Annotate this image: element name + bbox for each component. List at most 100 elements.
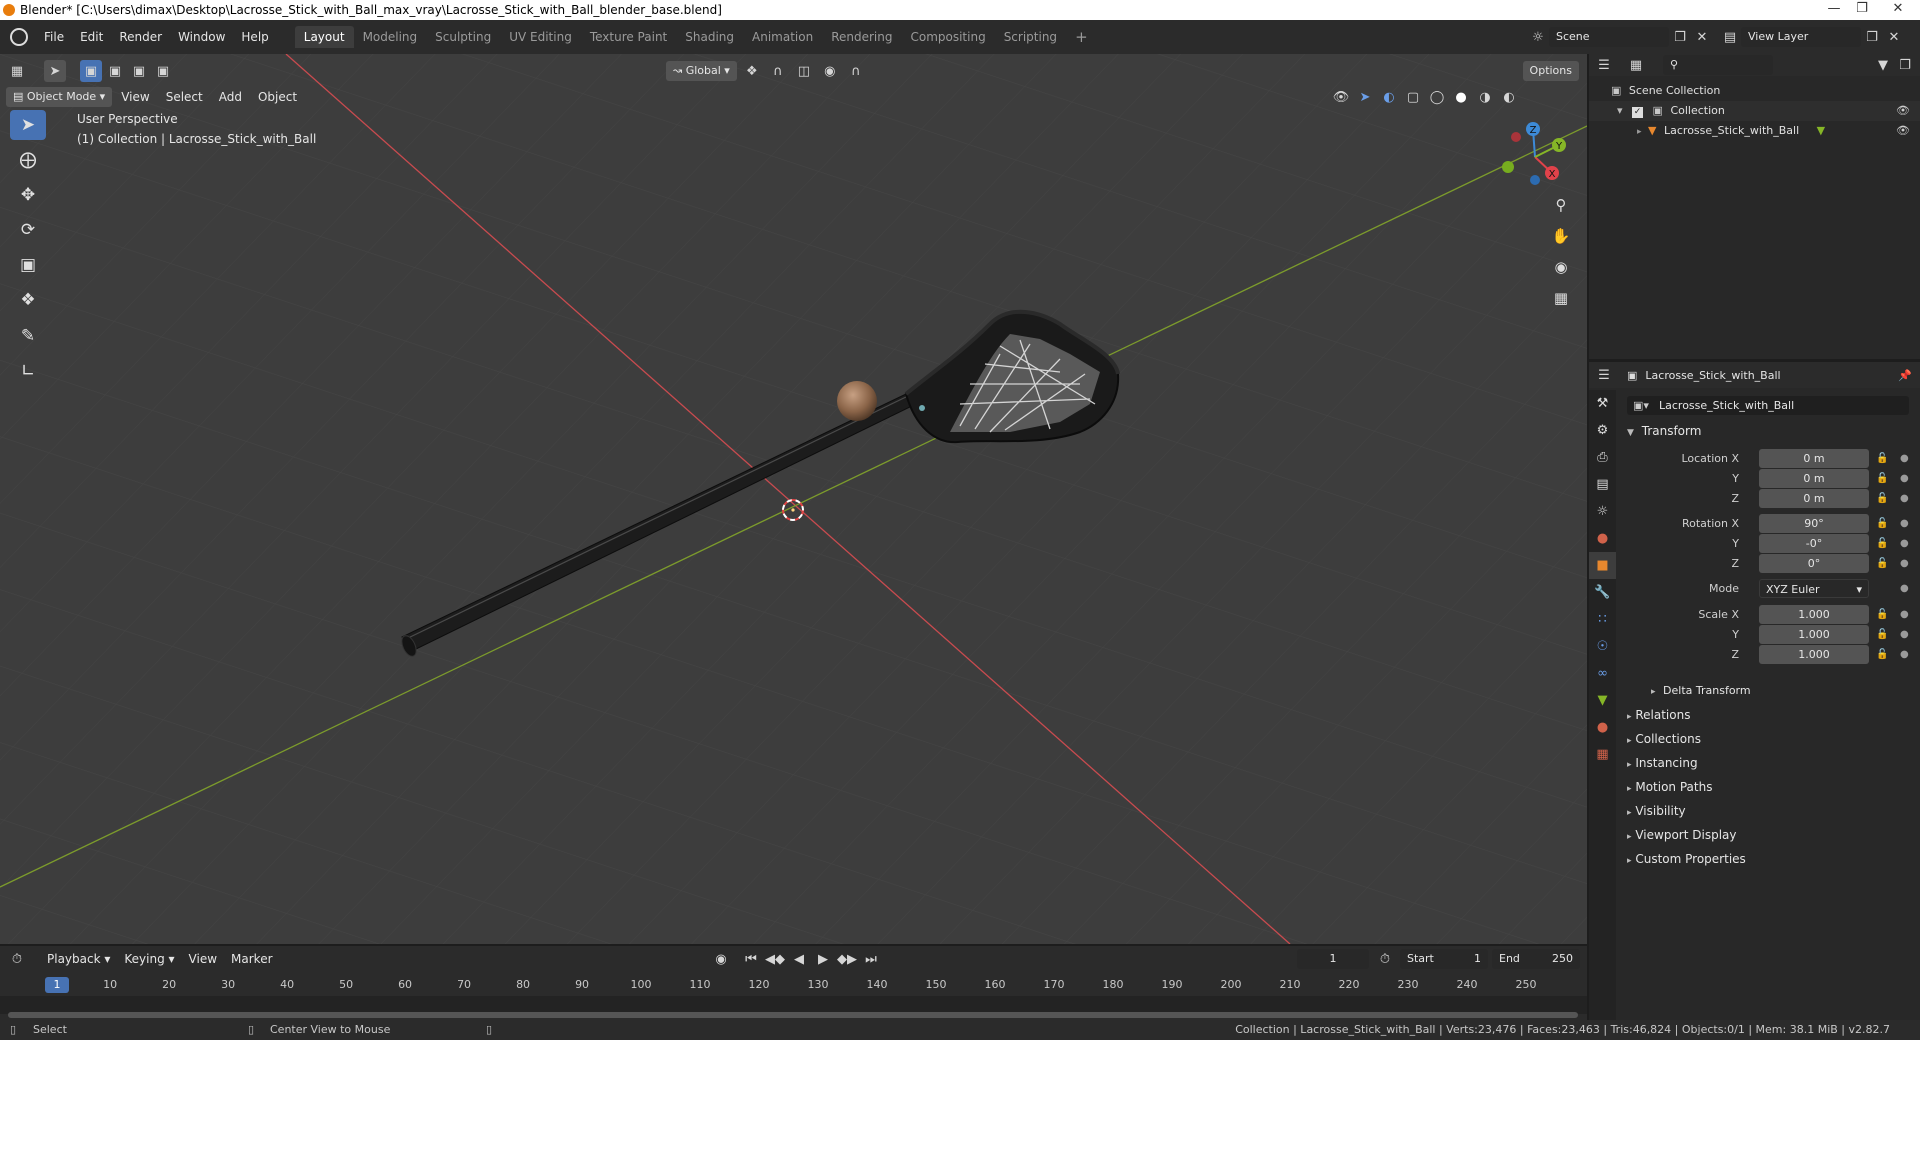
editor-type-icon[interactable]: ▦ (6, 60, 28, 82)
exclude-checkbox[interactable]: ✓ (1632, 107, 1644, 118)
play-reverse-icon[interactable]: ◀ (788, 948, 810, 970)
keyframe-dot-icon[interactable]: ● (1900, 625, 1909, 644)
mesh-data-icon[interactable]: ▼ (1817, 124, 1825, 137)
motion-paths-panel-header[interactable]: ▸ Motion Paths (1627, 776, 1712, 800)
pivot-point-icon[interactable]: ❖ (741, 60, 763, 82)
proportional-edit-icon[interactable]: ◉ (819, 60, 841, 82)
object-name-field[interactable]: ▣▾ Lacrosse_Stick_with_Ball (1627, 396, 1909, 415)
lock-icon[interactable]: 🔓 (1876, 489, 1888, 508)
relations-panel-header[interactable]: ▸ Relations (1627, 704, 1690, 728)
lock-icon[interactable]: 🔓 (1876, 469, 1888, 488)
falloff-icon[interactable]: ∩ (845, 60, 867, 82)
overlay-toggle-icon[interactable]: ◐ (1378, 86, 1400, 108)
select-box-tool-icon[interactable]: ➤ (10, 110, 46, 140)
visibility-icon[interactable]: 👁 (1330, 86, 1352, 108)
playback-menu[interactable]: Playback ▾ (40, 949, 117, 969)
visibility-panel-header[interactable]: ▸ Visibility (1627, 800, 1686, 824)
gizmo-toggle-icon[interactable]: ➤ (1354, 86, 1376, 108)
keyframe-dot-icon[interactable]: ● (1900, 645, 1909, 664)
pin-icon[interactable]: 📌 (1898, 369, 1912, 382)
timeline-view-menu[interactable]: View (182, 949, 224, 969)
transform-panel-header[interactable]: ▼ Transform (1627, 420, 1701, 444)
minimize-button[interactable]: — (1820, 0, 1848, 20)
lacrosse-ball[interactable] (837, 381, 877, 421)
play-icon[interactable]: ▶ (812, 948, 834, 970)
transform-orientation-dropdown[interactable]: ↝ Global ▾ (666, 61, 737, 81)
timeline-ruler[interactable]: 1 10 20 30 40 50 60 70 80 90 100 110 120 130 140 150 160… (0, 974, 1587, 996)
select-mode-intersect-icon[interactable]: ▣ (152, 60, 174, 82)
current-frame-marker[interactable]: 1 (45, 977, 69, 993)
lock-icon[interactable]: 🔓 (1876, 645, 1888, 664)
workspace-tab-rendering[interactable]: Rendering (822, 26, 901, 48)
scale-y-field[interactable]: 1.000 (1759, 625, 1869, 644)
render-tab-icon[interactable]: ⚙ (1589, 417, 1616, 444)
options-dropdown[interactable]: Options (1522, 61, 1579, 81)
rotation-x-field[interactable]: 90° (1759, 514, 1869, 533)
annotate-tool-icon[interactable]: ✎ (10, 321, 46, 351)
prev-keyframe-icon[interactable]: ◀◆ (764, 948, 786, 970)
outliner-row-collection[interactable]: ▾ ✓ ▣ Collection 👁 (1589, 101, 1920, 121)
move-tool-icon[interactable]: ✥ (10, 180, 46, 210)
3d-viewport[interactable]: ▦ ➤ ▣ ▣ ▣ ▣ ↝ Global ▾ ❖ ∩ ◫ ◉ ∩ Options… (0, 54, 1587, 944)
timeline-editor-type-icon[interactable]: ⏱ (6, 948, 28, 970)
lock-icon[interactable]: 🔓 (1876, 605, 1888, 624)
rotate-tool-icon[interactable]: ⟳ (10, 215, 46, 245)
rotation-y-field[interactable]: -0° (1759, 534, 1869, 553)
expand-arrow-icon[interactable]: ▸ (1637, 127, 1642, 137)
outliner-search-input[interactable]: ⚲ (1663, 55, 1773, 75)
menu-help[interactable]: Help (233, 27, 276, 47)
modifiers-tab-icon[interactable]: 🔧 (1589, 579, 1616, 606)
rotation-mode-dropdown[interactable]: XYZ Euler ▾ (1759, 579, 1869, 598)
keyframe-dot-icon[interactable]: ● (1900, 514, 1909, 533)
delta-transform-subpanel[interactable]: ▸ Delta Transform (1651, 680, 1751, 703)
measure-tool-icon[interactable]: ∟ (10, 356, 46, 386)
scene-tab-icon[interactable]: ☼ (1589, 498, 1616, 525)
world-tab-icon[interactable]: ● (1589, 525, 1616, 552)
object-visibility-icon[interactable]: 👁 (1896, 121, 1910, 141)
keyframe-dot-icon[interactable]: ● (1900, 469, 1909, 488)
workspace-tab-compositing[interactable]: Compositing (901, 26, 994, 48)
tool-tab-icon[interactable]: ⚒ (1589, 390, 1616, 417)
particles-tab-icon[interactable]: ∷ (1589, 606, 1616, 633)
marker-menu[interactable]: Marker (224, 949, 279, 969)
collection-visibility-icon[interactable]: 👁 (1896, 101, 1910, 121)
constraints-tab-icon[interactable]: ∞ (1589, 660, 1616, 687)
scene-icon[interactable]: ☼ (1527, 26, 1549, 48)
transform-tool-icon[interactable]: ❖ (10, 285, 46, 315)
wireframe-shading-icon[interactable]: ◯ (1426, 86, 1448, 108)
workspace-tab-uv-editing[interactable]: UV Editing (500, 26, 581, 48)
viewport-menu-select[interactable]: Select (159, 87, 210, 107)
workspace-tab-sculpting[interactable]: Sculpting (426, 26, 500, 48)
solid-shading-icon[interactable]: ● (1450, 86, 1472, 108)
viewport-display-panel-header[interactable]: ▸ Viewport Display (1627, 824, 1736, 848)
outliner-row-object[interactable]: ▸ ▼ Lacrosse_Stick_with_Ball ▼ 👁 (1589, 121, 1920, 141)
select-mode-new-icon[interactable]: ▣ (80, 60, 102, 82)
new-view-layer-icon[interactable]: ❐ (1861, 26, 1883, 48)
keyframe-dot-icon[interactable]: ● (1900, 579, 1909, 598)
menu-file[interactable]: File (36, 27, 72, 47)
record-icon[interactable]: ◉ (710, 948, 732, 970)
jump-start-icon[interactable]: ⏮ (740, 948, 762, 970)
snap-toggle-icon[interactable]: ∩ (767, 60, 789, 82)
viewport-menu-add[interactable]: Add (212, 87, 249, 107)
cursor-tool-icon[interactable]: ⨁ (10, 145, 46, 175)
display-mode-icon[interactable]: ▦ (1625, 54, 1647, 76)
texture-tab-icon[interactable]: ▦ (1589, 741, 1616, 768)
menu-edit[interactable]: Edit (72, 27, 111, 47)
keyframe-dot-icon[interactable]: ● (1900, 489, 1909, 508)
keyframe-dot-icon[interactable]: ● (1900, 449, 1909, 468)
workspace-tab-modeling[interactable]: Modeling (354, 26, 427, 48)
location-x-field[interactable]: 0 m (1759, 449, 1869, 468)
lock-icon[interactable]: 🔓 (1876, 625, 1888, 644)
keying-menu[interactable]: Keying ▾ (117, 949, 181, 969)
workspace-tab-texture-paint[interactable]: Texture Paint (581, 26, 676, 48)
workspace-tab-animation[interactable]: Animation (743, 26, 822, 48)
collapse-arrow-icon[interactable]: ▾ (1617, 104, 1623, 117)
view-layer-icon[interactable]: ▤ (1719, 26, 1741, 48)
keyframe-dot-icon[interactable]: ● (1900, 534, 1909, 553)
menu-render[interactable]: Render (111, 27, 170, 47)
rendered-shading-icon[interactable]: ◐ (1498, 86, 1520, 108)
mode-dropdown[interactable]: ▤ Object Mode ▾ (6, 87, 113, 107)
outliner-row-scene-collection[interactable]: ▣ Scene Collection (1589, 81, 1920, 101)
preview-range-icon[interactable]: ⏱ (1374, 948, 1396, 970)
